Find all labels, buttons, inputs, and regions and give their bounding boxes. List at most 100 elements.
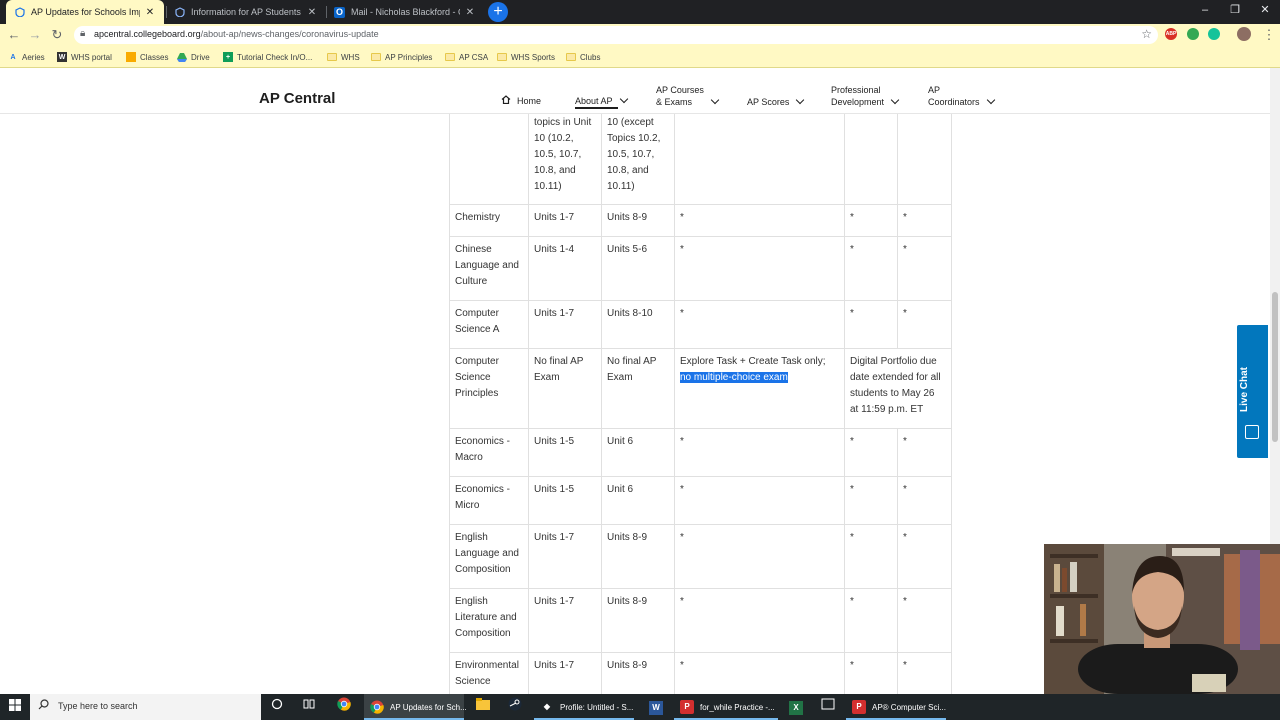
tab-title: AP Updates for Schools Impacte: [31, 7, 140, 17]
table-cell: *: [674, 475, 845, 525]
extension-green-icon[interactable]: [1187, 28, 1199, 40]
windows-taskbar: Type here to search AP Updates for Sch..…: [0, 694, 1280, 720]
bookmark-label: WHS: [341, 52, 360, 62]
table-cell: *: [844, 651, 898, 701]
table-cell: Units 1-7: [528, 299, 602, 349]
bookmark-folder-clubs[interactable]: Clubs: [566, 50, 600, 64]
excel-icon[interactable]: X: [786, 697, 806, 717]
table-cell: [844, 114, 898, 205]
file-explorer-icon[interactable]: [473, 697, 493, 717]
table-cell: Units 1-5: [528, 427, 602, 477]
bookmark-label: WHS portal: [71, 52, 112, 62]
task-view-icon[interactable]: [299, 697, 319, 717]
subject-cell: Computer Science A: [449, 299, 529, 349]
table-cell: Units 5-6: [601, 235, 675, 301]
scrollbar-thumb[interactable]: [1272, 292, 1278, 442]
tab-ap-updates[interactable]: AP Updates for Schools Impacte ✕: [6, 0, 164, 24]
grammarly-extension-icon[interactable]: [1208, 28, 1220, 40]
bookmark-label: Drive: [191, 52, 210, 62]
site-header: AP Central Home About AP AP Courses & Ex…: [0, 68, 1270, 114]
media-app-icon[interactable]: [818, 697, 838, 717]
address-bar[interactable]: 🔒︎ apcentral.collegeboard.org/about-ap/n…: [74, 26, 1158, 44]
taskbar-app-label: AP® Computer Sci...: [872, 702, 946, 712]
tab-information[interactable]: Information for AP Students Affe ✕: [166, 0, 326, 24]
nav-label: About AP: [575, 96, 613, 106]
table-cell: Explore Task + Create Task only; no mult…: [674, 347, 845, 429]
taskbar-app-ap-csp[interactable]: P AP® Computer Sci...: [846, 694, 946, 720]
nav-about-ap[interactable]: About AP: [575, 94, 628, 107]
bookmark-folder-whs-sports[interactable]: WHS Sports: [497, 50, 555, 64]
adblock-extension-icon[interactable]: ABP: [1165, 28, 1177, 40]
nav-ap-coordinators[interactable]: AP Coordinators: [928, 84, 995, 108]
reload-icon[interactable]: ↻: [48, 26, 66, 44]
nav-label-line1: AP: [928, 85, 941, 95]
chevron-down-icon: [796, 95, 805, 105]
back-arrow-icon[interactable]: ←: [5, 26, 23, 44]
bookmark-folder-whs[interactable]: WHS: [327, 50, 360, 64]
tab-close-icon[interactable]: ✕: [464, 7, 476, 18]
bookmark-folder-ap-principles[interactable]: AP Principles: [371, 50, 432, 64]
selected-text-highlight[interactable]: no multiple-choice exam: [680, 371, 788, 383]
site-brand[interactable]: AP Central: [259, 90, 335, 107]
subject-cell: Economics - Micro: [449, 475, 529, 525]
maximize-button[interactable]: ❐: [1220, 0, 1250, 20]
sheets-plus-icon: +: [223, 52, 233, 62]
star-icon[interactable]: ☆: [1141, 27, 1152, 41]
taskbar-app-pdf[interactable]: P for_while Practice -...: [674, 694, 778, 720]
folder-icon: [371, 52, 381, 62]
bookmark-folder-ap-csa[interactable]: AP CSA: [445, 50, 488, 64]
browser-menu-icon[interactable]: ⋮: [1260, 26, 1278, 44]
chat-icon: [1245, 425, 1259, 439]
nav-ap-courses[interactable]: AP Courses & Exams: [656, 84, 720, 108]
nav-ap-scores[interactable]: AP Scores: [747, 95, 805, 108]
minimize-button[interactable]: –: [1190, 0, 1220, 20]
table-cell: *: [897, 427, 952, 477]
url-host: apcentral.collegeboard.org: [94, 29, 201, 39]
steam-icon[interactable]: [505, 697, 525, 717]
bookmark-label: Tutorial Check In/O...: [237, 52, 313, 62]
bookmarks-bar: A Aeries W WHS portal Classes Drive + Tutor…: [0, 46, 1280, 68]
chrome-icon[interactable]: [334, 697, 354, 717]
nav-professional-development[interactable]: Professional Development: [831, 84, 900, 108]
bookmark-drive[interactable]: Drive: [177, 50, 210, 64]
tab-mail[interactable]: O Mail - Nicholas Blackford - Outlo ✕: [326, 0, 484, 24]
table-cell: *: [844, 427, 898, 477]
nav-home[interactable]: Home: [501, 95, 541, 107]
word-icon[interactable]: W: [646, 697, 666, 717]
tab-title: Mail - Nicholas Blackford - Outlo: [351, 7, 460, 17]
table-cell: *: [844, 523, 898, 589]
folder-icon: [445, 52, 455, 62]
new-tab-button[interactable]: +: [488, 2, 508, 22]
table-cell: *: [674, 651, 845, 701]
windows-start-icon[interactable]: [0, 694, 30, 720]
forward-arrow-icon[interactable]: →: [26, 26, 44, 44]
chevron-down-icon: [986, 95, 995, 105]
cortana-icon[interactable]: [267, 697, 287, 717]
table-cell: *: [674, 235, 845, 301]
taskbar-app-profile[interactable]: ◆ Profile: Untitled - S...: [534, 694, 634, 720]
table-cell: Units 8-9: [601, 651, 675, 701]
tab-title: Information for AP Students Affe: [191, 7, 302, 17]
nav-label: Home: [517, 96, 542, 106]
table-cell: Units 1-7: [528, 651, 602, 701]
subject-cell: English Literature and Composition: [449, 587, 529, 653]
search-icon: [38, 699, 49, 713]
table-row: Environmental Science Units 1-7 Units 8-…: [449, 651, 952, 701]
taskbar-app-chrome[interactable]: AP Updates for Sch...: [364, 694, 467, 720]
table-cell: Units 8-9: [601, 203, 675, 237]
tab-close-icon[interactable]: ✕: [306, 7, 318, 18]
taskbar-app-label: for_while Practice -...: [700, 702, 775, 712]
taskbar-search-box[interactable]: Type here to search: [30, 694, 261, 720]
bookmark-tutorial[interactable]: + Tutorial Check In/O...: [223, 50, 312, 64]
tab-close-icon[interactable]: ✕: [144, 7, 156, 18]
bookmark-whs-portal[interactable]: W WHS portal: [57, 50, 112, 64]
subject-cell: Chinese Language and Culture: [449, 235, 529, 301]
live-chat-label: Live Chat: [1239, 366, 1250, 412]
close-window-button[interactable]: ✕: [1250, 0, 1280, 20]
folder-icon: [327, 52, 337, 62]
bookmark-aeries[interactable]: A Aeries: [8, 50, 44, 64]
nav-label-line2: Development: [831, 97, 885, 107]
live-chat-button[interactable]: Live Chat: [1237, 325, 1268, 458]
profile-avatar[interactable]: [1237, 27, 1251, 41]
bookmark-classes[interactable]: Classes: [126, 50, 168, 64]
